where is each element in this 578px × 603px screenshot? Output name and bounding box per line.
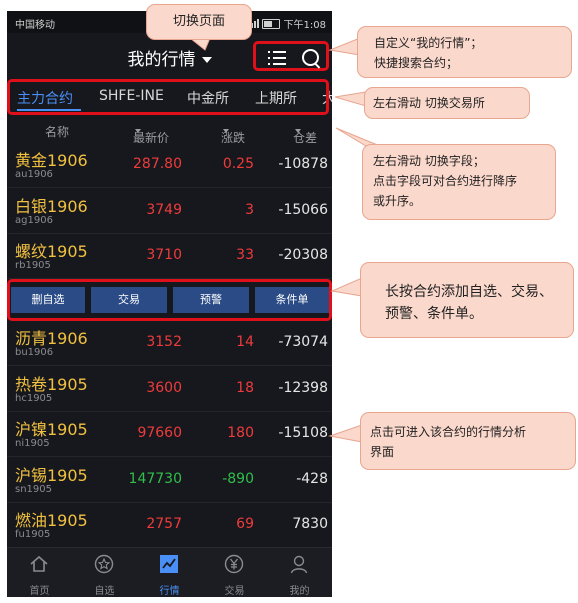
callout-tap-row: 点击可进入该合约的行情分析 界面 [360,412,576,470]
callout-switch-page: 切换页面 [146,4,252,40]
callout-long-press: 长按合约添加自选、交易、 预警、条件单。 [360,262,574,338]
callout-swipe-field: 左右滑动 切换字段； 点击字段可对合约进行降序 或升序。 [362,144,556,220]
callout-customize: 自定义“我的行情”； 快捷搜索合约； [357,26,572,78]
callout-swipe-exchange: 左右滑动 切换交易所 [364,87,530,119]
